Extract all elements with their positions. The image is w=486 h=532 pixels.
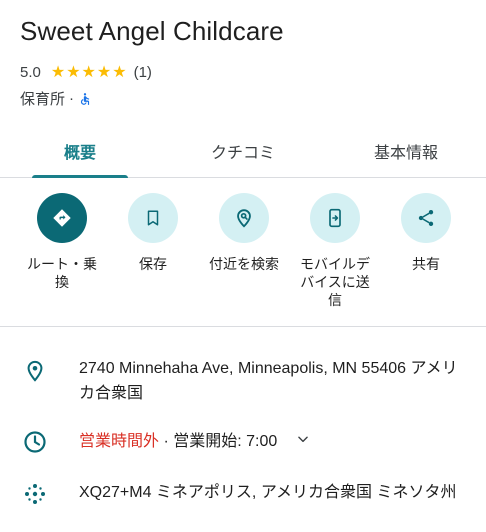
share-button[interactable]: 共有	[381, 193, 471, 273]
nearby-search-icon	[219, 193, 269, 243]
hours-next-open: 営業開始: 7:00	[173, 433, 278, 450]
tab-about[interactable]: 基本情報	[326, 124, 486, 177]
rating-value: 5.0	[20, 63, 41, 81]
directions-button[interactable]: ルート・乗換	[17, 193, 107, 291]
hours-status: 営業時間外	[79, 433, 160, 450]
bookmark-icon	[128, 193, 178, 243]
send-to-phone-label: モバイルデ バイスに送信	[300, 256, 370, 308]
location-pin-icon	[22, 358, 48, 384]
hours-text: 営業時間外 · 営業開始: 7:00	[79, 429, 468, 454]
separator-dot: ·	[69, 90, 75, 107]
address-text: 2740 Minnehaha Ave, Minneapolis, MN 5540…	[79, 360, 458, 402]
tab-reviews[interactable]: クチコミ	[163, 124, 323, 177]
directions-icon	[37, 193, 87, 243]
rating-row: 5.0 ★★★★★ (1)	[20, 62, 152, 82]
star-rating-icon: ★★★★★	[50, 64, 128, 81]
category-row: 保育所 ·	[20, 88, 92, 109]
category-label[interactable]: 保育所	[20, 88, 65, 109]
plus-code-icon	[22, 481, 48, 507]
tab-bar: 概要 クチコミ 基本情報	[0, 124, 486, 178]
plus-code-text: XQ27+M4 ミネアポリス, アメリカ合衆国 ミネソタ州	[79, 484, 457, 501]
clock-icon	[22, 429, 48, 455]
review-count[interactable]: (1)	[134, 64, 152, 81]
share-label: 共有	[412, 256, 440, 272]
chevron-down-icon[interactable]	[296, 429, 310, 454]
wheelchair-accessible-icon	[78, 91, 92, 107]
hours-separator: ·	[159, 433, 174, 450]
nearby-search-label: 付近を検索	[209, 256, 279, 272]
section-divider	[0, 326, 486, 327]
directions-label: ルート・乗換	[27, 256, 97, 290]
save-button[interactable]: 保存	[108, 193, 198, 273]
nearby-search-button[interactable]: 付近を検索	[199, 193, 289, 273]
send-to-phone-button[interactable]: モバイルデ バイスに送信	[290, 193, 380, 309]
place-title: Sweet Angel Childcare	[20, 16, 284, 46]
action-buttons: ルート・乗換 保存 付近を検索 モバイルデ バイスに送信 共有	[0, 193, 486, 323]
tab-overview[interactable]: 概要	[0, 124, 160, 178]
share-icon	[401, 193, 451, 243]
save-label: 保存	[139, 256, 167, 272]
send-to-phone-icon	[310, 193, 360, 243]
